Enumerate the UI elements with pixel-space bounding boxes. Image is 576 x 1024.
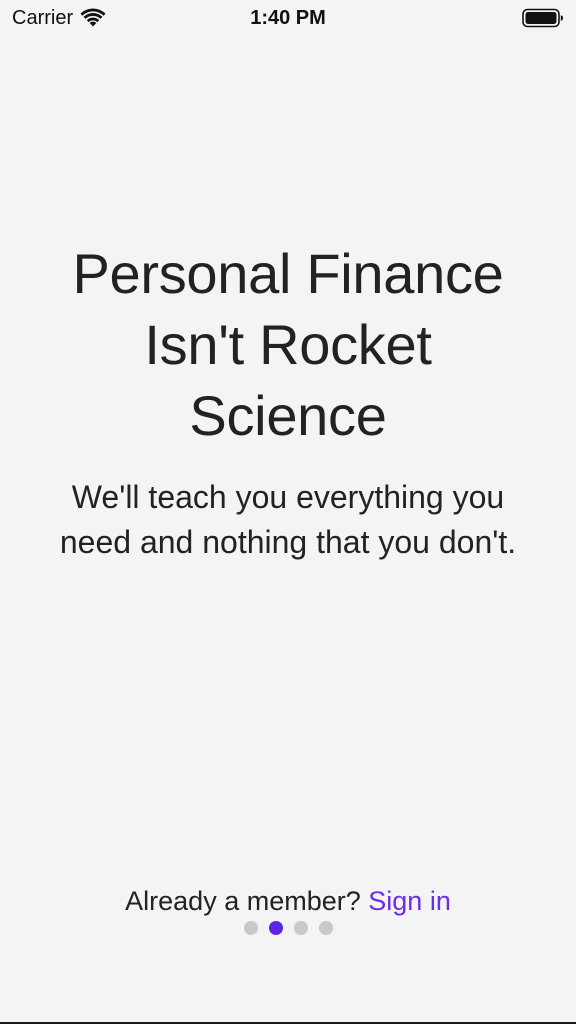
- signin-link[interactable]: Sign in: [368, 886, 451, 916]
- onboarding-title: Personal Finance Isn't Rocket Science: [72, 242, 504, 447]
- member-prompt-text: Already a member?: [125, 886, 361, 916]
- battery-full-icon: [522, 8, 563, 28]
- page-dot-2-active[interactable]: [268, 921, 283, 935]
- page-dot-3[interactable]: [293, 921, 308, 935]
- onboarding-hero: Personal Finance Isn't Rocket Science We…: [40, 238, 536, 565]
- status-time: 1:40 PM: [250, 7, 326, 29]
- page-indicator: [0, 921, 576, 935]
- status-bar: Carrier 1:40 PM: [0, 0, 576, 38]
- onboarding-subtitle: We'll teach you everything you need and …: [59, 479, 517, 560]
- page-dot-4[interactable]: [318, 921, 333, 935]
- page-dot-1[interactable]: [243, 921, 258, 935]
- signin-prompt: Already a member? Sign in: [0, 884, 576, 918]
